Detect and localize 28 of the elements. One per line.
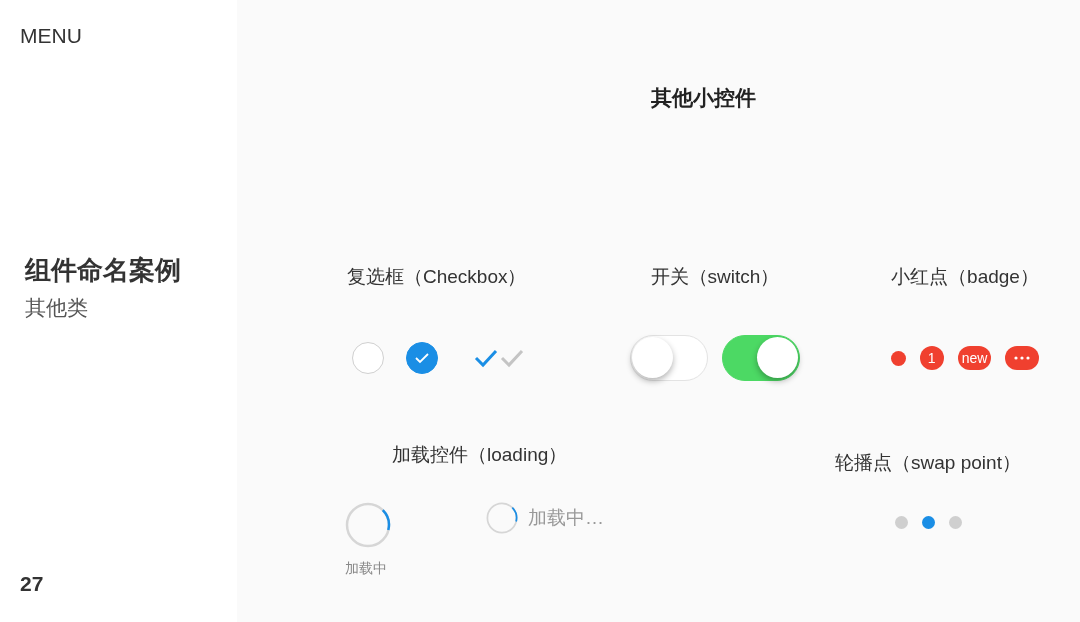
slide-subtitle: 其他类 [25, 295, 88, 321]
page-number: 27 [20, 572, 44, 596]
checkmark-icon[interactable] [474, 348, 498, 368]
spinner-icon [486, 502, 518, 534]
count-badge: 1 [919, 346, 944, 370]
checkmark-icon[interactable] [500, 348, 524, 368]
loading-title: 加载控件（loading） [391, 443, 569, 467]
toggle-switch[interactable] [630, 335, 708, 381]
notification-dot [890, 350, 906, 366]
checkmark-icon [414, 352, 430, 364]
checkbox[interactable] [406, 342, 438, 374]
carousel-dot[interactable] [894, 515, 908, 529]
spinner-icon [345, 502, 391, 548]
toggle-switch[interactable] [722, 335, 800, 381]
swap-point-title: 轮播点（swap point） [835, 451, 1021, 475]
slide-title: 组件命名案例 [25, 254, 181, 287]
switch-title: 开关（switch） [650, 265, 780, 289]
more-badge-icon [1005, 346, 1040, 370]
checkbox-title: 复选框（Checkbox） [347, 265, 527, 289]
loading-label: 加载中 [345, 560, 387, 578]
section-heading: 其他小控件 [650, 85, 757, 111]
loading-label: 加载中… [528, 506, 604, 530]
count-badge: new [957, 346, 992, 370]
carousel-dot[interactable] [921, 515, 935, 529]
badge-title: 小红点（badge） [891, 265, 1039, 289]
carousel-dot[interactable] [948, 515, 962, 529]
checkbox[interactable] [352, 342, 384, 374]
menu-label[interactable]: MENU [20, 24, 82, 48]
